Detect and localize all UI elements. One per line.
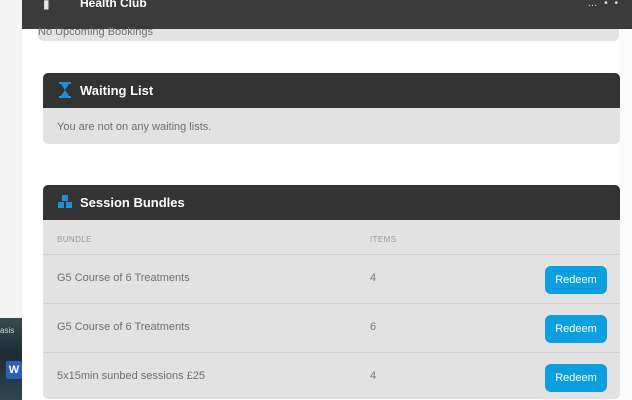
word-app-icon[interactable]: W [6,361,22,379]
no-bookings-text: No Upcoming Bookings [38,26,153,38]
taskbar-thumbnail[interactable]: asis W [0,318,22,400]
waiting-list-body: You are not on any waiting lists. [43,108,620,144]
bundle-items-count: 4 [370,272,377,284]
taskbar-snippet: asis [0,326,15,335]
items-column-header: ITEMS [370,235,397,244]
right-window-edge [620,0,632,400]
bundle-table-header: BUNDLE ITEMS [43,220,620,255]
header-corner-icons[interactable]: … • • [587,0,620,9]
stacked-boxes-icon [58,195,72,208]
bundle-name: 5x15min sunbed sessions £25 [57,370,205,382]
waiting-list-header: Waiting List [43,73,620,108]
bundle-name: G5 Course of 6 Treatments [57,321,190,333]
bookings-panel: No Upcoming Bookings [38,26,619,41]
waiting-list-card: Waiting List You are not on any waiting … [43,73,620,144]
redeem-button[interactable]: Redeem [545,315,607,343]
hourglass-icon [59,82,71,98]
session-bundles-card: Session Bundles BUNDLE ITEMS G5 Course o… [43,185,620,399]
waiting-list-title: Waiting List [80,83,154,98]
app-header: ▮ Health Club … • • [22,0,632,29]
bundle-items-count: 4 [370,370,377,382]
waiting-list-message: You are not on any waiting lists. [57,121,212,133]
bundle-column-header: BUNDLE [57,235,92,244]
bundle-row: 5x15min sunbed sessions £25 4 Redeem [43,353,620,399]
redeem-button[interactable]: Redeem [545,364,607,392]
bundle-items-count: 6 [370,321,377,333]
bundle-row: G5 Course of 6 Treatments 6 Redeem [43,304,620,353]
redeem-button[interactable]: Redeem [545,266,607,294]
bundle-row: G5 Course of 6 Treatments 4 Redeem [43,255,620,304]
logo-icon: ▮ [43,0,50,11]
session-bundles-title: Session Bundles [80,195,185,210]
bundle-name: G5 Course of 6 Treatments [57,272,190,284]
brand-name: Health Club [80,0,147,10]
session-bundles-header: Session Bundles [43,185,620,220]
